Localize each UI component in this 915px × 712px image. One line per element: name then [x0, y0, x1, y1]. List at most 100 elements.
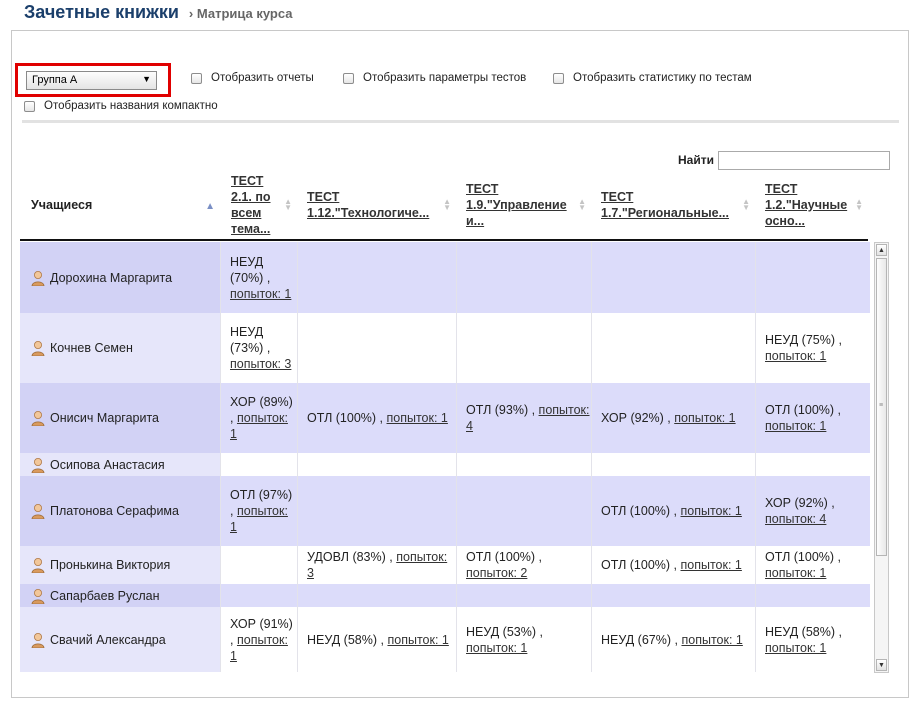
grade-text: ХОР (92%) ,: [765, 496, 835, 510]
result-cell: УДОВЛ (83%) , попыток: 3: [297, 546, 456, 584]
grade-text: НЕУД (53%) ,: [466, 625, 543, 639]
result-content: ОТЛ (100%) , попыток: 1: [765, 402, 870, 434]
attempts-link[interactable]: попыток: 4: [765, 512, 826, 526]
result-content: ОТЛ (97%) , попыток: 1: [230, 487, 297, 535]
group-select-value: Группа А: [32, 74, 78, 86]
attempts-link[interactable]: попыток: 3: [230, 357, 291, 371]
attempts-link[interactable]: попыток: 2: [466, 566, 527, 580]
attempts-link[interactable]: попыток: 1: [230, 504, 288, 534]
result-cell: [297, 476, 456, 546]
show-test-params-checkbox[interactable]: [343, 72, 354, 84]
result-cell: НЕУД (73%) , попыток: 3: [220, 313, 297, 383]
student-name: Платонова Серафима: [50, 504, 179, 518]
attempts-link[interactable]: попыток: 1: [230, 633, 288, 663]
column-header-test-1-2[interactable]: ТЕСТ 1.2."Научные осно... ▲ ▼: [755, 171, 868, 239]
attempts-link[interactable]: попыток: 1: [681, 633, 742, 647]
column-header-link[interactable]: ТЕСТ 1.12."Технологиче...: [307, 189, 442, 221]
column-divider: [220, 383, 221, 453]
attempts-link[interactable]: попыток: 1: [765, 566, 826, 580]
table-header: Учащиеся ▲ ТЕСТ 2.1. по всем тема... ▲ ▼ …: [20, 171, 868, 241]
show-reports-checkbox[interactable]: [191, 72, 202, 84]
attempts-link[interactable]: попыток: 1: [765, 641, 826, 655]
user-icon: [31, 504, 45, 519]
compact-names-checkbox[interactable]: [24, 100, 35, 112]
result-cell: НЕУД (70%) , попыток: 1: [220, 242, 297, 313]
result-cell: ОТЛ (93%) , попыток: 4: [456, 383, 591, 453]
student-name: Дорохина Маргарита: [50, 270, 173, 285]
student-name: Свачий Александра: [50, 633, 166, 647]
student-name-cell: Дорохина Маргарита: [20, 242, 220, 313]
attempts-link[interactable]: попыток: 1: [466, 641, 527, 655]
attempts-link[interactable]: попыток: 1: [230, 411, 288, 441]
column-header-label: Учащиеся: [31, 198, 93, 212]
column-header-students[interactable]: Учащиеся ▲: [20, 171, 220, 239]
page-title: Зачетные книжки: [24, 2, 179, 22]
result-cell: [456, 453, 591, 476]
show-test-params-option[interactable]: Отобразить параметры тестов: [343, 72, 526, 84]
show-reports-option[interactable]: Отобразить отчеты: [191, 72, 314, 84]
attempts-link[interactable]: попыток: 1: [387, 411, 448, 425]
show-test-stats-option[interactable]: Отобразить статистику по тестам: [553, 72, 752, 84]
column-divider: [755, 383, 756, 453]
result-cell: [220, 584, 297, 607]
table-row: Осипова Анастасия: [20, 453, 870, 476]
grade-text: НЕУД (73%) ,: [230, 325, 271, 355]
result-content: ОТЛ (100%) , попыток: 2: [466, 549, 591, 581]
student-name-cell: Осипова Анастасия: [20, 453, 220, 476]
result-cell: [456, 242, 591, 313]
column-header-link[interactable]: ТЕСТ 1.2."Научные осно...: [765, 181, 854, 229]
column-header-link[interactable]: ТЕСТ 1.7."Региональные...: [601, 189, 741, 221]
search-input[interactable]: [718, 151, 890, 170]
column-divider: [755, 242, 756, 313]
grade-text: НЕУД (67%) ,: [601, 633, 678, 647]
column-header-link[interactable]: ТЕСТ 2.1. по всем тема...: [231, 173, 283, 237]
attempts-link[interactable]: попыток: 1: [230, 287, 291, 301]
column-divider: [297, 546, 298, 584]
result-content: ОТЛ (100%) , попыток: 1: [765, 549, 870, 581]
scroll-down-icon[interactable]: ▼: [876, 659, 887, 671]
column-divider: [220, 313, 221, 383]
result-content: ОТЛ (100%) , попыток: 1: [601, 503, 742, 519]
sort-icon: ▲ ▼: [742, 197, 750, 212]
attempts-link[interactable]: попыток: 1: [681, 504, 742, 518]
grade-text: НЕУД (58%) ,: [765, 625, 842, 639]
result-cell: [755, 453, 870, 476]
user-icon: [31, 558, 45, 573]
group-select[interactable]: Группа А ▼: [26, 71, 157, 90]
column-header-link[interactable]: ТЕСТ 1.9."Управление и...: [466, 181, 577, 229]
column-divider: [456, 607, 457, 672]
result-cell: [297, 313, 456, 383]
student-name-cell: Кочнев Семен: [20, 313, 220, 383]
show-test-stats-checkbox[interactable]: [553, 72, 564, 84]
scroll-up-icon[interactable]: ▲: [876, 244, 887, 256]
attempts-link[interactable]: попыток: 1: [387, 633, 448, 647]
attempts-link[interactable]: попыток: 1: [765, 349, 826, 363]
column-divider: [220, 607, 221, 672]
grade-text: ОТЛ (100%) ,: [307, 411, 384, 425]
result-cell: ХОР (89%) , попыток: 1: [220, 383, 297, 453]
show-reports-label: Отобразить отчеты: [211, 72, 314, 84]
compact-names-option[interactable]: Отобразить названия компактно: [24, 100, 218, 112]
result-cell: [755, 242, 870, 313]
attempts-link[interactable]: попыток: 1: [681, 558, 742, 572]
attempts-link[interactable]: попыток: 1: [674, 411, 735, 425]
vertical-scrollbar[interactable]: ▲ ≡ ▼: [874, 242, 889, 673]
user-icon: [31, 457, 45, 473]
result-cell: ХОР (92%) , попыток: 4: [755, 476, 870, 546]
sort-icon: ▲ ▼: [284, 197, 292, 212]
student-name: Пронькина Виктория: [50, 558, 171, 572]
column-divider: [297, 476, 298, 546]
page-header: Зачетные книжки › Матрица курса: [24, 2, 293, 26]
grip-icon: ≡: [879, 402, 884, 409]
scroll-thumb[interactable]: ≡: [876, 258, 887, 556]
column-divider: [755, 607, 756, 672]
column-header-test-1-12[interactable]: ТЕСТ 1.12."Технологиче... ▲ ▼: [297, 171, 456, 239]
column-header-test-1-7[interactable]: ТЕСТ 1.7."Региональные... ▲ ▼: [591, 171, 755, 239]
attempts-link[interactable]: попыток: 1: [765, 419, 826, 433]
divider: [22, 120, 899, 123]
column-header-test-1-9[interactable]: ТЕСТ 1.9."Управление и... ▲ ▼: [456, 171, 591, 239]
column-header-test-2-1[interactable]: ТЕСТ 2.1. по всем тема... ▲ ▼: [220, 171, 297, 239]
column-divider: [591, 383, 592, 453]
student-name-cell: Онисич Маргарита: [20, 383, 220, 453]
column-divider: [456, 546, 457, 584]
